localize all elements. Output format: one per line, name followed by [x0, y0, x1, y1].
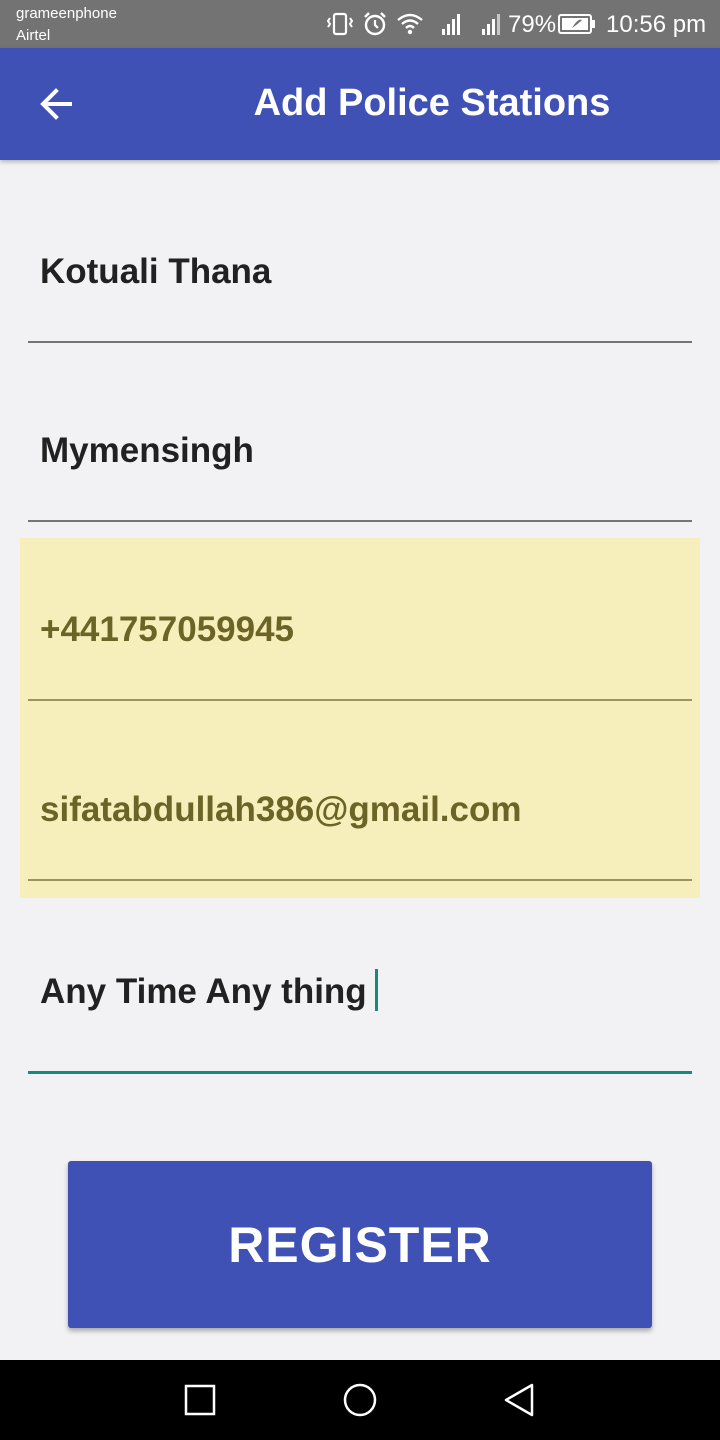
district-field[interactable]: Mymensingh [28, 419, 692, 523]
app-bar: Add Police Stations [0, 48, 720, 160]
phone-field[interactable]: +441757059945 [28, 598, 692, 702]
wifi-icon [397, 13, 423, 35]
email-field[interactable]: sifatabdullah386@gmail.com [28, 778, 692, 882]
vibrate-icon [326, 12, 354, 36]
carrier-primary: grameenphone [16, 5, 117, 22]
page-title: Add Police Stations [253, 82, 611, 124]
signal-icon [482, 14, 500, 35]
station-name-value: Kotuali Thana [40, 252, 272, 291]
note-text: Any Time Any thing [40, 972, 367, 1011]
field-underline [28, 879, 692, 881]
clock: 10:56 pm [606, 11, 707, 38]
alarm-icon [364, 12, 386, 36]
back-triangle-icon [504, 1383, 534, 1417]
status-icons [326, 10, 500, 38]
email-value: sifatabdullah386@gmail.com [40, 790, 522, 829]
note-field[interactable]: Any Time Any thing [28, 960, 692, 1076]
register-button[interactable]: REGISTER [68, 1161, 652, 1328]
field-underline [28, 699, 692, 701]
field-underline [28, 520, 692, 522]
field-underline [28, 341, 692, 343]
carrier-secondary: Airtel [16, 27, 51, 44]
phone-value: +441757059945 [40, 610, 295, 649]
home-button[interactable] [336, 1376, 384, 1424]
signal-icon [442, 14, 460, 35]
nav-back-button[interactable] [496, 1376, 544, 1424]
field-underline-focused [28, 1071, 692, 1074]
text-cursor [374, 968, 378, 1011]
navigation-bar [0, 1360, 720, 1440]
note-value: Any Time Any thing [40, 968, 378, 1015]
recents-square-icon [184, 1384, 216, 1416]
recents-button[interactable] [176, 1376, 224, 1424]
battery-percent: 79% [508, 11, 557, 38]
home-circle-icon [343, 1383, 377, 1417]
battery-icon [558, 14, 595, 34]
station-name-field[interactable]: Kotuali Thana [28, 240, 692, 344]
status-bar: grameenphone Airtel 79% 10:56 pm [0, 0, 720, 48]
district-value: Mymensingh [40, 431, 254, 470]
